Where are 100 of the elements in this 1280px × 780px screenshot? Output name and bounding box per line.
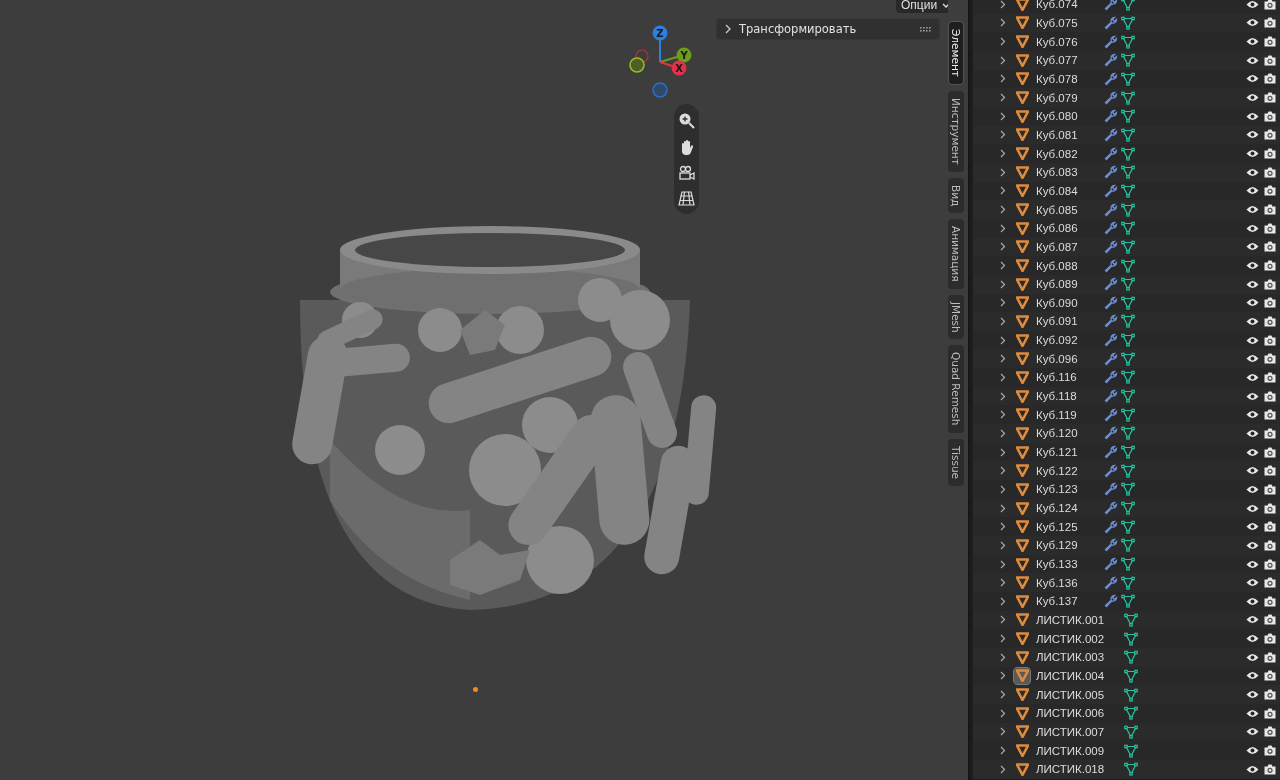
- wrench-icon[interactable]: [1104, 594, 1118, 609]
- outliner-row[interactable]: ЛИСТИК.005: [973, 685, 1280, 704]
- mesh-object-icon[interactable]: [1014, 723, 1030, 740]
- eye-icon[interactable]: [1246, 615, 1259, 625]
- camera-icon[interactable]: [1264, 334, 1276, 346]
- camera-icon[interactable]: [1264, 465, 1276, 477]
- camera-icon[interactable]: [1264, 633, 1276, 645]
- outliner-row[interactable]: Куб.136: [973, 573, 1280, 592]
- mesh-data-icon[interactable]: [1121, 109, 1135, 124]
- mesh-data-icon[interactable]: [1121, 501, 1135, 516]
- eye-icon[interactable]: [1246, 261, 1259, 270]
- sidebar-tab[interactable]: Элемент: [948, 21, 964, 85]
- mesh-data-icon[interactable]: [1121, 519, 1135, 534]
- camera-icon[interactable]: [1264, 409, 1276, 421]
- wrench-icon[interactable]: [1104, 295, 1118, 310]
- camera-icon[interactable]: [1264, 726, 1276, 738]
- eye-icon[interactable]: [1246, 391, 1259, 401]
- camera-icon[interactable]: [1264, 316, 1276, 327]
- mesh-object-icon[interactable]: [1014, 462, 1030, 479]
- eye-icon[interactable]: [1246, 149, 1259, 159]
- eye-icon[interactable]: [1246, 18, 1259, 28]
- sidebar-tab[interactable]: Инструмент: [948, 90, 964, 172]
- sidebar-tab[interactable]: Quad Remesh: [948, 345, 964, 433]
- wrench-icon[interactable]: [1104, 333, 1118, 348]
- camera-icon[interactable]: [1264, 92, 1276, 104]
- wrench-icon[interactable]: [1104, 482, 1118, 497]
- mesh-object-icon[interactable]: [1014, 33, 1030, 50]
- wrench-icon[interactable]: [1104, 202, 1118, 217]
- wrench-icon[interactable]: [1104, 109, 1118, 124]
- camera-icon[interactable]: [1264, 278, 1276, 290]
- eye-icon[interactable]: [1246, 242, 1259, 252]
- mesh-object-icon[interactable]: [1014, 612, 1030, 628]
- outliner-row[interactable]: Куб.079: [973, 88, 1280, 107]
- wrench-icon[interactable]: [1104, 90, 1118, 105]
- eye-icon[interactable]: [1246, 354, 1259, 364]
- mesh-object-icon[interactable]: [1014, 126, 1030, 143]
- camera-icon[interactable]: [1264, 148, 1276, 160]
- eye-icon[interactable]: [1246, 690, 1259, 700]
- eye-icon[interactable]: [1246, 223, 1259, 233]
- wrench-icon[interactable]: [1104, 426, 1118, 441]
- mesh-object-icon[interactable]: [1014, 705, 1030, 722]
- mesh-data-icon[interactable]: [1121, 445, 1135, 460]
- camera-icon[interactable]: [1264, 110, 1276, 122]
- camera-icon[interactable]: [1264, 166, 1276, 178]
- wrench-icon[interactable]: [1104, 165, 1118, 180]
- mesh-data-icon[interactable]: [1121, 333, 1135, 348]
- eye-icon[interactable]: [1246, 111, 1259, 121]
- axis-handle[interactable]: [652, 82, 668, 98]
- mesh-data-icon[interactable]: [1121, 370, 1135, 385]
- wrench-icon[interactable]: [1104, 239, 1118, 254]
- camera-icon[interactable]: [1264, 204, 1276, 216]
- mesh-data-icon[interactable]: [1121, 239, 1135, 254]
- eye-icon[interactable]: [1246, 298, 1259, 308]
- outliner-row[interactable]: Куб.129: [973, 536, 1280, 555]
- mesh-object-icon[interactable]: [1014, 444, 1030, 461]
- mesh-object-icon[interactable]: [1014, 257, 1030, 274]
- camera-icon[interactable]: [1264, 595, 1276, 607]
- outliner-row[interactable]: Куб.122: [973, 461, 1280, 481]
- camera-icon[interactable]: [1264, 353, 1276, 365]
- mesh-data-icon[interactable]: [1121, 183, 1135, 198]
- eye-icon[interactable]: [1246, 447, 1259, 457]
- mesh-data-icon[interactable]: [1124, 650, 1138, 665]
- mesh-data-icon[interactable]: [1124, 687, 1138, 702]
- eye-icon[interactable]: [1246, 55, 1259, 65]
- mesh-data-icon[interactable]: [1121, 258, 1135, 273]
- mesh-object-icon[interactable]: [1014, 537, 1030, 554]
- mesh-data-icon[interactable]: [1121, 71, 1135, 86]
- mesh-object-icon[interactable]: [1014, 556, 1030, 572]
- wrench-icon[interactable]: [1104, 277, 1118, 292]
- axis-handle[interactable]: [635, 49, 649, 63]
- outliner-row[interactable]: Куб.074: [973, 0, 1280, 14]
- mesh-object-icon[interactable]: [1014, 350, 1030, 367]
- eye-icon[interactable]: [1246, 671, 1259, 681]
- camera-icon[interactable]: [1264, 427, 1276, 439]
- mesh-data-icon[interactable]: [1121, 538, 1135, 553]
- camera-icon[interactable]: [1264, 297, 1276, 309]
- mesh-data-icon[interactable]: [1121, 16, 1135, 30]
- eye-icon[interactable]: [1246, 540, 1259, 550]
- mesh-object-icon[interactable]: [1014, 761, 1030, 778]
- mesh-data-icon[interactable]: [1121, 53, 1135, 68]
- wrench-icon[interactable]: [1104, 501, 1118, 516]
- axis-handle[interactable]: [652, 25, 668, 63]
- mesh-object-icon[interactable]: [1014, 201, 1030, 218]
- wrench-icon[interactable]: [1104, 389, 1118, 404]
- eye-icon[interactable]: [1246, 634, 1259, 644]
- eye-icon[interactable]: [1246, 522, 1259, 532]
- mesh-data-icon[interactable]: [1121, 557, 1135, 571]
- sidebar-tab[interactable]: Tissue: [948, 438, 964, 486]
- camera-icon[interactable]: [1264, 73, 1276, 85]
- camera-icon[interactable]: [1264, 614, 1276, 626]
- wrench-icon[interactable]: [1104, 146, 1118, 161]
- camera-icon[interactable]: [1264, 129, 1276, 141]
- mesh-data-icon[interactable]: [1124, 743, 1138, 758]
- eye-icon[interactable]: [1246, 746, 1259, 756]
- wrench-icon[interactable]: [1104, 71, 1118, 86]
- mesh-object-icon[interactable]: [1014, 52, 1030, 69]
- mesh-object-icon[interactable]: [1014, 649, 1030, 666]
- mesh-object-icon[interactable]: [1014, 276, 1030, 293]
- mesh-object-icon[interactable]: [1014, 164, 1030, 181]
- outliner-row[interactable]: Куб.088: [973, 256, 1280, 275]
